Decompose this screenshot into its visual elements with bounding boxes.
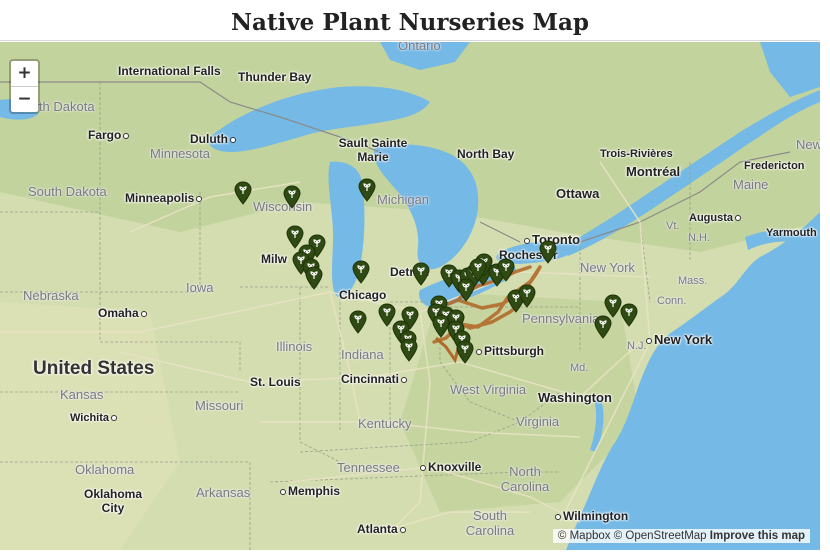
nursery-marker-icon[interactable] xyxy=(457,278,475,302)
nursery-marker-icon[interactable] xyxy=(358,178,376,202)
zoom-control: + − xyxy=(9,59,40,114)
nursery-marker-icon[interactable] xyxy=(594,315,612,339)
nursery-marker-icon[interactable] xyxy=(400,338,418,362)
nursery-marker-icon[interactable] xyxy=(234,181,252,205)
osm-attribution-link[interactable]: © OpenStreetMap xyxy=(614,530,707,542)
zoom-out-button[interactable]: − xyxy=(11,87,38,112)
nursery-marker-icon[interactable] xyxy=(349,310,367,334)
basemap[interactable] xyxy=(0,42,820,550)
nursery-marker-icon[interactable] xyxy=(620,303,638,327)
nursery-marker-icon[interactable] xyxy=(539,240,557,264)
map-attribution: © Mapbox © OpenStreetMap Improve this ma… xyxy=(552,529,810,543)
nursery-marker-icon[interactable] xyxy=(518,284,536,308)
mapbox-attribution-link[interactable]: © Mapbox xyxy=(558,530,611,542)
nursery-marker-icon[interactable] xyxy=(497,258,515,282)
nursery-marker-icon[interactable] xyxy=(352,260,370,284)
nursery-marker-icon[interactable] xyxy=(412,262,430,286)
page-title: Native Plant Nurseries Map xyxy=(0,0,820,41)
nursery-marker-icon[interactable] xyxy=(305,266,323,290)
map-container[interactable]: International Falls Thunder Bay North Da… xyxy=(0,42,820,550)
nursery-marker-icon[interactable] xyxy=(456,340,474,364)
improve-map-link[interactable]: Improve this map xyxy=(710,530,805,542)
nursery-marker-icon[interactable] xyxy=(283,185,301,209)
zoom-in-button[interactable]: + xyxy=(11,61,38,87)
